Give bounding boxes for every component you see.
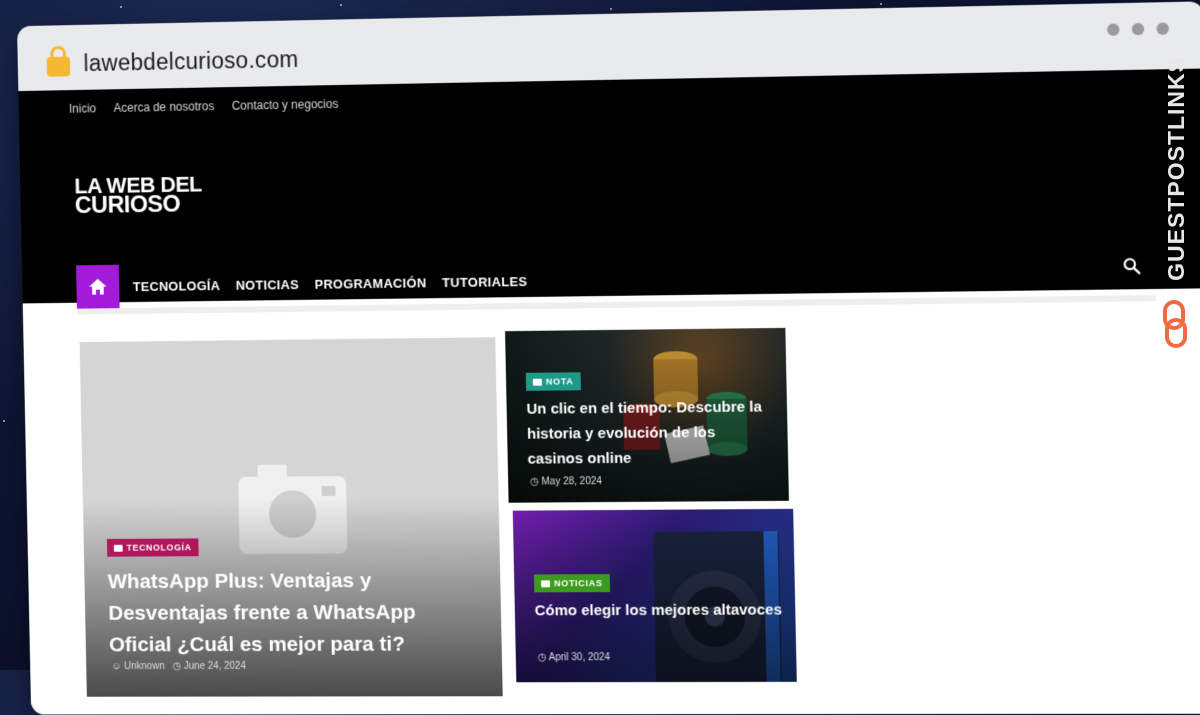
star bbox=[120, 6, 122, 8]
address-bar-url[interactable]: lawebdelcurioso.com bbox=[83, 46, 298, 77]
search-icon[interactable] bbox=[1122, 257, 1141, 276]
featured-post[interactable]: TECNOLOGÍA WhatsApp Plus: Ventajas y Des… bbox=[79, 337, 503, 697]
card-meta: ◷ April 30, 2024 bbox=[538, 652, 611, 663]
link-chain-icon bbox=[1163, 300, 1187, 348]
browser-window: lawebdelcurioso.com Inicio Acerca de nos… bbox=[17, 1, 1200, 715]
featured-meta: ☺ Unknown ◷ June 24, 2024 bbox=[111, 661, 246, 672]
card-title[interactable]: Un clic en el tiempo: Descubre la histor… bbox=[526, 394, 776, 471]
window-controls bbox=[1106, 22, 1170, 36]
top-nav-inicio[interactable]: Inicio bbox=[69, 101, 96, 115]
watermark-text: GUESTPOSTLINKS bbox=[1163, 56, 1189, 281]
folder-icon bbox=[113, 544, 123, 552]
main-nav: TECNOLOGÍA NOTICIAS PROGRAMACIÓN TUTORIA… bbox=[76, 259, 530, 309]
featured-author[interactable]: Unknown bbox=[124, 661, 165, 672]
clock-icon: ◷ bbox=[529, 476, 539, 488]
window-dot-icon[interactable] bbox=[1106, 23, 1120, 36]
window-dot-icon[interactable] bbox=[1156, 22, 1170, 35]
clock-icon: ◷ bbox=[172, 661, 182, 672]
card-date: April 30, 2024 bbox=[548, 652, 611, 664]
card-category: NOTA bbox=[545, 376, 574, 387]
logo-line-2: CURIOSO bbox=[74, 190, 181, 220]
top-nav: Inicio Acerca de nosotros Contacto y neg… bbox=[69, 97, 339, 116]
star bbox=[3, 420, 5, 422]
post-card[interactable]: NOTA Un clic en el tiempo: Descubre la h… bbox=[505, 327, 789, 503]
home-icon bbox=[88, 278, 107, 295]
star bbox=[880, 3, 882, 5]
card-category-badge[interactable]: NOTA bbox=[525, 372, 581, 391]
card-meta: ◷ May 28, 2024 bbox=[530, 476, 602, 488]
clock-icon: ◷ bbox=[537, 652, 547, 664]
nav-tecnologia[interactable]: TECNOLOGÍA bbox=[133, 278, 221, 294]
nav-programacion[interactable]: PROGRAMACIÓN bbox=[314, 275, 426, 291]
card-date: May 28, 2024 bbox=[541, 476, 603, 488]
star bbox=[340, 4, 342, 6]
window-dot-icon[interactable] bbox=[1131, 22, 1145, 36]
folder-icon bbox=[532, 378, 542, 386]
nav-noticias[interactable]: NOTICIAS bbox=[236, 277, 299, 293]
folder-icon bbox=[541, 580, 551, 588]
lock-icon bbox=[46, 56, 71, 77]
top-nav-acerca[interactable]: Acerca de nosotros bbox=[113, 99, 214, 115]
watermark: GUESTPOSTLINKS bbox=[1160, 56, 1190, 356]
card-title[interactable]: Cómo elegir los mejores altavoces bbox=[534, 597, 783, 623]
site-header: Inicio Acerca de nosotros Contacto y neg… bbox=[18, 68, 1200, 309]
top-nav-contacto[interactable]: Contacto y negocios bbox=[232, 97, 339, 113]
featured-date: June 24, 2024 bbox=[183, 660, 246, 672]
nav-tutoriales[interactable]: TUTORIALES bbox=[442, 274, 527, 290]
site-logo[interactable]: LA WEB DEL CURIOSO bbox=[74, 172, 202, 220]
featured-category: TECNOLOGÍA bbox=[126, 542, 192, 553]
star bbox=[610, 8, 612, 10]
featured-title[interactable]: WhatsApp Plus: Ventajas y Desventajas fr… bbox=[107, 565, 472, 661]
card-category-badge[interactable]: NOTICIAS bbox=[533, 574, 610, 593]
card-category: NOTICIAS bbox=[553, 578, 603, 589]
user-icon: ☺ bbox=[111, 661, 122, 673]
page-viewport: Inicio Acerca de nosotros Contacto y neg… bbox=[18, 68, 1200, 715]
home-button[interactable] bbox=[76, 264, 120, 309]
post-card[interactable]: NOTICIAS Cómo elegir los mejores altavoc… bbox=[512, 508, 797, 683]
featured-category-badge[interactable]: TECNOLOGÍA bbox=[106, 538, 199, 557]
